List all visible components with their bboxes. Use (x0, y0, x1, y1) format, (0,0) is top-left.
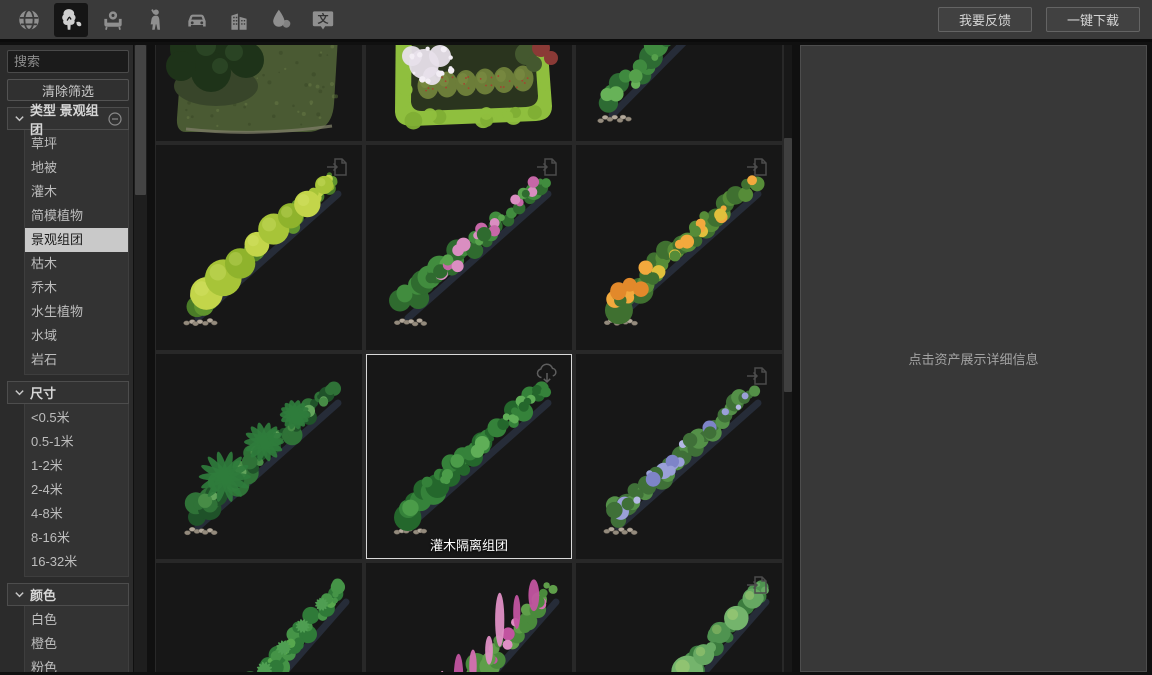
asset-thumbnail[interactable] (156, 563, 362, 672)
asset-thumbnail[interactable] (366, 145, 572, 350)
filter-section-header-2[interactable]: 颜色 (7, 583, 129, 606)
filter-option[interactable]: 0.5-1米 (25, 430, 128, 454)
remove-filter-icon[interactable] (108, 112, 122, 126)
export-to-scene-icon[interactable] (743, 363, 771, 391)
export-to-scene-icon[interactable] (743, 572, 771, 600)
chevron-down-icon (14, 387, 25, 398)
asset-thumbnail-image (156, 45, 362, 141)
filter-section-title: 尺寸 (30, 383, 56, 402)
filter-option[interactable]: 乔木 (25, 276, 128, 300)
asset-thumbnail[interactable] (576, 563, 782, 672)
chevron-down-icon (14, 113, 25, 124)
clear-filters-button[interactable]: 清除筛选 (7, 79, 129, 101)
grid-scrollbar-thumb[interactable] (784, 138, 792, 392)
toolbar-icons: 文 (12, 3, 340, 37)
material-drop-icon[interactable] (264, 3, 298, 37)
export-to-scene-icon[interactable] (533, 154, 561, 182)
vehicle-icon[interactable] (180, 3, 214, 37)
filter-option[interactable]: 16-32米 (25, 550, 128, 574)
asset-grid-scroll: 灌木隔离组团 (156, 45, 782, 672)
asset-thumbnail-image (156, 563, 362, 672)
toolbar-actions: 我要反馈 一键下载 (938, 7, 1140, 32)
feedback-button[interactable]: 我要反馈 (938, 7, 1032, 32)
toolbar: 文 我要反馈 一键下载 (0, 0, 1152, 42)
filter-option[interactable]: 景观组团 (25, 228, 128, 252)
asset-thumbnail[interactable] (366, 563, 572, 672)
filter-option[interactable]: 4-8米 (25, 502, 128, 526)
asset-thumbnail-selected[interactable]: 灌木隔离组团 (366, 354, 572, 559)
filter-options-list: <0.5米0.5-1米1-2米2-4米4-8米8-16米16-32米 (24, 404, 129, 577)
language-bubble-icon[interactable]: 文 (306, 3, 340, 37)
filter-option[interactable]: 1-2米 (25, 454, 128, 478)
chevron-down-icon (14, 589, 25, 600)
filter-section-header-1[interactable]: 尺寸 (7, 381, 129, 404)
asset-thumbnail[interactable] (156, 354, 362, 559)
asset-thumbnail[interactable] (156, 45, 362, 141)
filter-section-title: 颜色 (30, 585, 56, 604)
sidebar-scrollbar-thumb[interactable] (135, 45, 146, 195)
export-to-scene-icon[interactable] (323, 154, 351, 182)
terrain-globe-icon[interactable] (12, 3, 46, 37)
asset-thumbnail[interactable] (156, 145, 362, 350)
cloud-download-icon[interactable] (533, 363, 561, 391)
filter-option[interactable]: 地被 (25, 156, 128, 180)
download-all-button[interactable]: 一键下载 (1046, 7, 1140, 32)
asset-thumbnail-image (576, 45, 782, 141)
filter-option[interactable]: 2-4米 (25, 478, 128, 502)
filter-sidebar: 清除筛选 类型 景观组团草坪地被灌木简模植物景观组团枯木乔木水生植物水域岩石尺寸… (0, 45, 133, 672)
asset-thumbnail[interactable] (576, 45, 782, 141)
svg-text:文: 文 (318, 11, 329, 25)
asset-thumbnail-image (156, 354, 362, 559)
asset-name-label: 灌木隔离组团 (366, 535, 572, 554)
asset-thumbnail-image (366, 45, 572, 141)
people-icon[interactable] (138, 3, 172, 37)
vegetation-icon[interactable] (54, 3, 88, 37)
filter-option[interactable]: 水生植物 (25, 300, 128, 324)
filter-sections: 类型 景观组团草坪地被灌木简模植物景观组团枯木乔木水生植物水域岩石尺寸 <0.5米… (0, 107, 133, 672)
filter-option[interactable]: 水域 (25, 324, 128, 348)
filter-option[interactable]: <0.5米 (25, 406, 128, 430)
filter-options-list: 草坪地被灌木简模植物景观组团枯木乔木水生植物水域岩石 (24, 130, 129, 375)
detail-placeholder-text: 点击资产展示详细信息 (908, 349, 1038, 368)
furniture-icon[interactable] (96, 3, 130, 37)
filter-options-list: 白色橙色粉色 (24, 606, 129, 672)
asset-thumbnail[interactable] (366, 45, 572, 141)
sidebar-scrollbar[interactable] (134, 45, 147, 672)
asset-grid: 灌木隔离组团 (155, 45, 784, 672)
asset-thumbnail-image (366, 563, 572, 672)
filter-section-header-0[interactable]: 类型 景观组团 (7, 107, 129, 130)
detail-panel: 点击资产展示详细信息 (800, 45, 1147, 672)
filter-option[interactable]: 简模植物 (25, 204, 128, 228)
search-input[interactable] (7, 50, 129, 73)
filter-option[interactable]: 橙色 (25, 632, 128, 656)
filter-option[interactable]: 岩石 (25, 348, 128, 372)
filter-option[interactable]: 白色 (25, 608, 128, 632)
building-icon[interactable] (222, 3, 256, 37)
filter-option[interactable]: 8-16米 (25, 526, 128, 550)
filter-option[interactable]: 灌木 (25, 180, 128, 204)
asset-thumbnail[interactable] (576, 354, 782, 559)
filter-option[interactable]: 枯木 (25, 252, 128, 276)
export-to-scene-icon[interactable] (743, 154, 771, 182)
asset-thumbnail[interactable] (576, 145, 782, 350)
grid-scrollbar[interactable] (784, 45, 792, 672)
filter-option[interactable]: 粉色 (25, 656, 128, 672)
